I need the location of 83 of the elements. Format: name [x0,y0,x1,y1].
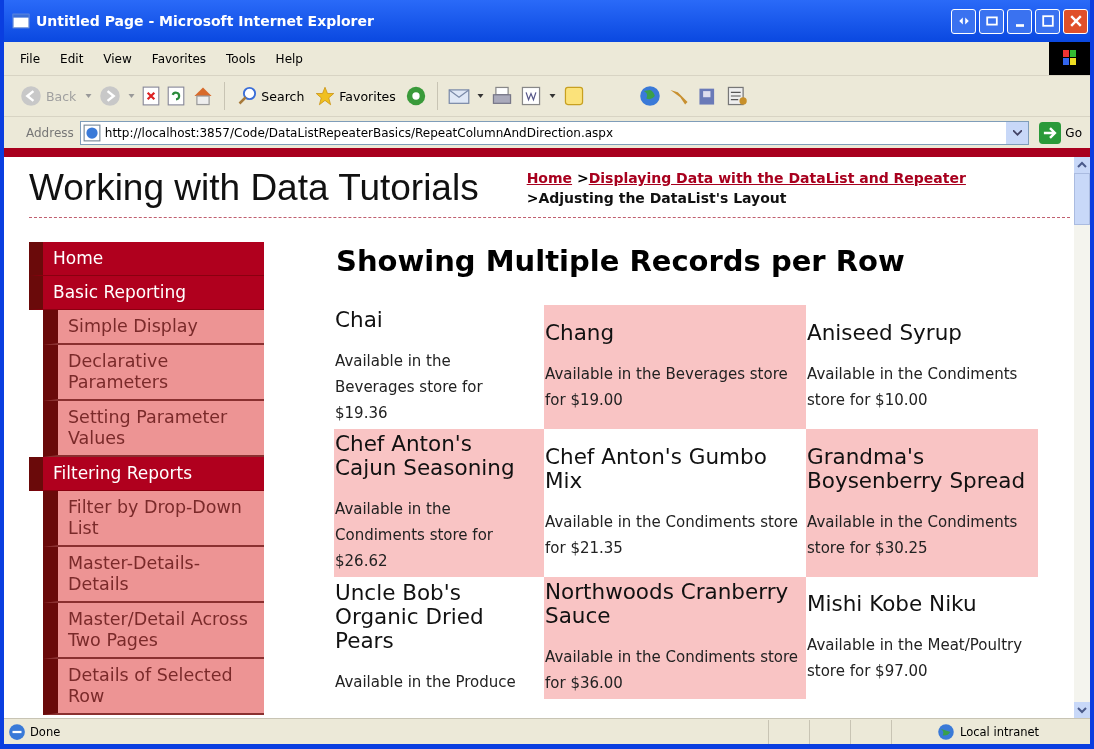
product-description: Available in the Condiments store for $36.00 [545,647,800,694]
product-name: Aniseed Syrup [807,321,963,345]
product-name: Uncle Bob's Organic Dried Pears [335,581,485,653]
document-icon[interactable] [519,85,542,107]
page-heading: Showing Multiple Records per Row [336,243,906,279]
product-description: Available in the Condiments store for $10.00 [807,364,1019,411]
scroll-down-icon[interactable] [1074,702,1090,718]
sidebar-section[interactable]: Basic Reporting [29,276,264,310]
chevron-down-icon [1012,129,1022,136]
product-description: Available in the Meat/Poultry store for $97.00 [807,635,1024,682]
search-button[interactable]: Search [235,86,307,106]
menu-item[interactable]: Help [275,51,303,66]
maximize-button[interactable] [1035,8,1060,34]
globe-icon [936,722,956,741]
go-button[interactable]: Go [1035,121,1086,144]
sidebar-item[interactable]: Details of Selected Row [43,659,264,715]
breadcrumb-link[interactable]: Home [526,170,573,186]
sidebar-item[interactable]: Master-Details-Details [43,547,264,603]
media-icon[interactable] [404,85,427,107]
favorites-button[interactable]: Favorites [313,86,398,106]
dropdown-button[interactable] [1006,121,1029,144]
breadcrumb-link[interactable]: Displaying Data with the DataList and Repeater [588,170,966,186]
search-icon [237,86,258,106]
address-field[interactable]: http://localhost:3857/Code/DataListRepeaterBasics/RepeatColumnAndDirection.aspx [79,120,1030,145]
star-icon [315,86,336,106]
close-icon [1069,15,1082,27]
product-name: Chai [335,308,384,332]
printer-icon[interactable] [490,85,513,107]
security-zone: Local intranet [960,724,1041,739]
site-title: Working with Data Tutorials [29,167,479,209]
menu-item[interactable]: Tools [226,51,256,66]
scrollbar[interactable] [1074,157,1090,718]
arrow-right-icon [1039,121,1062,144]
refresh-icon[interactable] [167,86,186,106]
window-title: Untitled Page - Microsoft Internet Explorer [36,13,374,29]
product-name: Grandma's Boysenberry Spread [807,445,1027,493]
mail-icon[interactable] [447,86,470,106]
product-name: Mishi Kobe Niku [807,592,978,616]
product-description: Available in the Produce [335,672,517,693]
product-description: Available in the Beverages store for $19.36 [335,351,484,424]
menu-item[interactable]: View [103,51,132,66]
sidebar-item[interactable]: Setting Parameter Values [43,401,264,457]
window-icon [985,15,998,27]
dropdown-arrow-icon [548,94,556,98]
minimize-icon [1015,23,1024,27]
browser-icon [12,12,30,30]
product-name: Chef Anton's Cajun Seasoning [335,432,516,480]
status-text: Done [30,724,61,739]
globe-icon[interactable] [638,85,661,107]
product-description: Available in the Condiments store for $30.25 [807,512,1019,559]
address-label: Address [26,125,74,140]
sidebar-item[interactable]: Declarative Parameters [43,345,264,401]
arrows-icon [957,15,970,27]
product-name: Chef Anton's Gumbo Mix [545,445,768,493]
sidebar-section[interactable]: Home [29,242,264,276]
extra-button[interactable] [951,8,976,34]
current-page: Adjusting the DataList's Layout [538,190,787,206]
scroll-up-icon[interactable] [1074,157,1090,173]
dropdown-arrow-icon [476,94,484,98]
product-description: Available in the Condiments store for $26.62 [335,499,494,572]
stop-icon[interactable] [142,86,161,106]
restore-button[interactable] [979,8,1004,34]
maximize-icon [1041,15,1054,27]
close-button[interactable] [1063,8,1088,34]
menu-item[interactable]: File [20,51,41,66]
breadcrumb-separator: > [576,170,589,186]
menu-item[interactable]: Edit [60,51,84,66]
breadcrumb-separator: > [526,190,539,206]
windows-logo-icon [1049,42,1090,75]
sidebar-item[interactable]: Simple Display [43,310,264,345]
sidebar-item[interactable]: Filter by Drop-Down List [43,491,264,547]
sidebar-section[interactable]: Filtering Reports [29,457,264,491]
dropdown-arrow-icon [85,94,93,98]
product-name: Chang [545,321,616,345]
product-name: Northwoods Cranberry Sauce [545,580,790,628]
sidebar-item[interactable]: Master/Detail Across Two Pages [43,603,264,659]
notepad-icon[interactable] [725,85,748,107]
dropdown-arrow-icon [128,94,136,98]
product-description: Available in the Condiments store for $21.35 [545,512,800,559]
product-description: Available in the Beverages store for $19.00 [545,364,789,411]
menu-item[interactable]: Favorites [151,51,207,66]
scroll-thumb[interactable] [1074,173,1090,225]
minimize-button[interactable] [1007,8,1032,34]
